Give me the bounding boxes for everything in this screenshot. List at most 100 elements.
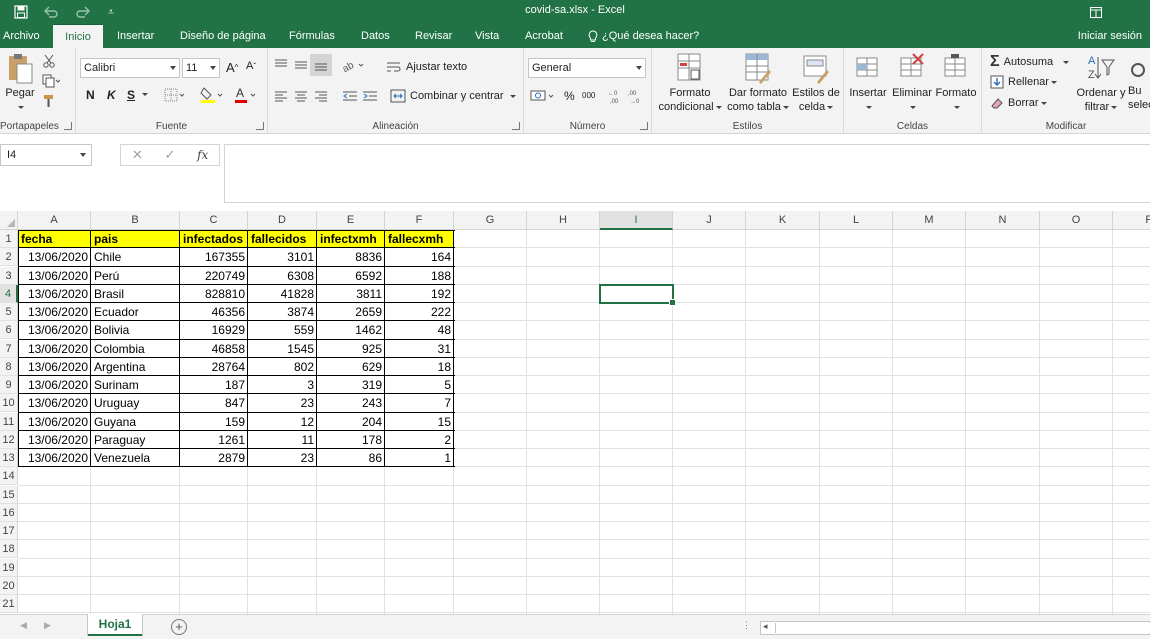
- cell-B2[interactable]: Chile: [91, 248, 180, 266]
- tab-vista[interactable]: Vista: [475, 24, 499, 48]
- cell-C5[interactable]: 46356: [180, 303, 248, 321]
- font-color-icon[interactable]: A: [234, 86, 258, 104]
- increase-decimal-icon[interactable]: ←0,00: [608, 88, 624, 104]
- cell-D2[interactable]: 3101: [248, 248, 317, 266]
- enter-icon[interactable]: ✓: [154, 147, 187, 163]
- paste-button[interactable]: Pegar: [3, 52, 37, 114]
- cell-C2[interactable]: 167355: [180, 248, 248, 266]
- row-header-4[interactable]: 4: [0, 284, 18, 303]
- grow-font-button[interactable]: A ^: [226, 60, 238, 75]
- column-header-P[interactable]: P: [1113, 211, 1150, 230]
- horizontal-scrollbar[interactable]: ◂: [760, 621, 1150, 635]
- number-launcher-icon[interactable]: [640, 122, 648, 130]
- delete-cells-button[interactable]: Eliminar: [890, 52, 934, 114]
- cell-F1[interactable]: fallecxmh: [385, 230, 454, 249]
- row-header-2[interactable]: 2: [0, 248, 18, 267]
- column-header-L[interactable]: L: [820, 211, 893, 230]
- row-header-18[interactable]: 18: [0, 540, 18, 559]
- tab-acrobat[interactable]: Acrobat: [525, 24, 563, 48]
- cell-F2[interactable]: 164: [385, 248, 454, 266]
- cell-A12[interactable]: 13/06/2020: [18, 431, 91, 449]
- cell-F4[interactable]: 192: [385, 285, 454, 303]
- row-header-13[interactable]: 13: [0, 449, 18, 468]
- cell-A5[interactable]: 13/06/2020: [18, 303, 91, 321]
- row-header-12[interactable]: 12: [0, 430, 18, 449]
- underline-button[interactable]: S: [127, 88, 135, 102]
- cell-D12[interactable]: 11: [248, 431, 317, 449]
- cell-B9[interactable]: Surinam: [91, 376, 180, 394]
- formula-input[interactable]: [224, 144, 1150, 203]
- cell-E7[interactable]: 925: [317, 340, 385, 358]
- cell-C1[interactable]: infectados: [180, 230, 248, 249]
- cell-D13[interactable]: 23: [248, 449, 317, 467]
- align-top-icon[interactable]: [274, 58, 288, 72]
- cell-F7[interactable]: 31: [385, 340, 454, 358]
- cell-D4[interactable]: 41828: [248, 285, 317, 303]
- column-header-N[interactable]: N: [966, 211, 1040, 230]
- cell-C9[interactable]: 187: [180, 376, 248, 394]
- wrap-text-button[interactable]: Ajustar texto: [386, 60, 467, 74]
- cell-A8[interactable]: 13/06/2020: [18, 358, 91, 376]
- decrease-decimal-icon[interactable]: ,00 →0: [628, 88, 644, 104]
- select-all-corner[interactable]: [0, 211, 18, 230]
- worksheet-grid[interactable]: A B C D E F G H I J K L M N O P 1 2 3 4 5 6 7 8 9 10 11 12 13 14 15 16 1…: [0, 211, 1150, 614]
- column-header-K[interactable]: K: [746, 211, 820, 230]
- format-as-table-button[interactable]: Dar formato como tabla: [725, 52, 791, 114]
- cell-C10[interactable]: 847: [180, 394, 248, 412]
- tab-split-handle-icon[interactable]: ⋮: [742, 620, 751, 631]
- cell-D7[interactable]: 1545: [248, 340, 317, 358]
- column-header-D[interactable]: D: [248, 211, 317, 230]
- name-box[interactable]: I4: [0, 144, 92, 166]
- sheet-tab-hoja1[interactable]: Hoja1: [88, 614, 142, 636]
- alignment-launcher-icon[interactable]: [512, 122, 520, 130]
- horizontal-scroll-thumb[interactable]: [775, 623, 1150, 633]
- cell-A3[interactable]: 13/06/2020: [18, 267, 91, 285]
- number-format-select[interactable]: General: [528, 58, 646, 78]
- column-header-H[interactable]: H: [527, 211, 600, 230]
- column-header-A[interactable]: A: [18, 211, 91, 230]
- find-select-button[interactable]: Bu selec: [1128, 52, 1150, 112]
- cell-styles-button[interactable]: Estilos de celda: [791, 52, 841, 114]
- column-header-C[interactable]: C: [180, 211, 248, 230]
- percent-button[interactable]: %: [564, 89, 575, 103]
- column-header-B[interactable]: B: [91, 211, 180, 230]
- column-header-J[interactable]: J: [673, 211, 746, 230]
- cell-F3[interactable]: 188: [385, 267, 454, 285]
- cell-A1[interactable]: fecha: [18, 230, 91, 249]
- align-right-icon[interactable]: [314, 90, 328, 102]
- cell-E2[interactable]: 8836: [317, 248, 385, 266]
- align-bottom-icon[interactable]: [310, 54, 332, 76]
- cell-B13[interactable]: Venezuela: [91, 449, 180, 467]
- row-header-9[interactable]: 9: [0, 376, 18, 395]
- tab-formulas[interactable]: Fórmulas: [289, 24, 335, 48]
- cancel-icon[interactable]: ✕: [121, 147, 154, 163]
- insert-function-icon[interactable]: fx: [186, 148, 219, 162]
- row-header-1[interactable]: 1: [0, 230, 18, 249]
- cell-F9[interactable]: 5: [385, 376, 454, 394]
- fill-color-icon[interactable]: [200, 86, 224, 104]
- sort-filter-button[interactable]: AZ Ordenar y filtrar: [1074, 52, 1128, 114]
- cell-B5[interactable]: Ecuador: [91, 303, 180, 321]
- clipboard-launcher-icon[interactable]: [64, 122, 72, 130]
- sheet-prev-icon[interactable]: ◀: [20, 620, 27, 631]
- cell-B7[interactable]: Colombia: [91, 340, 180, 358]
- column-header-E[interactable]: E: [317, 211, 385, 230]
- sheet-next-icon[interactable]: ▶: [44, 620, 51, 631]
- tell-me-box[interactable]: ¿Qué desea hacer?: [588, 24, 699, 48]
- row-header-15[interactable]: 15: [0, 485, 18, 504]
- cell-A7[interactable]: 13/06/2020: [18, 340, 91, 358]
- cell-C12[interactable]: 1261: [180, 431, 248, 449]
- row-header-8[interactable]: 8: [0, 357, 18, 376]
- cell-F13[interactable]: 1: [385, 449, 454, 467]
- orientation-icon[interactable]: ab: [342, 58, 366, 72]
- cell-C3[interactable]: 220749: [180, 267, 248, 285]
- cell-E13[interactable]: 86: [317, 449, 385, 467]
- copy-icon[interactable]: [42, 74, 60, 88]
- cell-B12[interactable]: Paraguay: [91, 431, 180, 449]
- cell-E4[interactable]: 3811: [317, 285, 385, 303]
- row-header-5[interactable]: 5: [0, 303, 18, 322]
- scroll-left-icon[interactable]: ◂: [763, 621, 768, 632]
- row-header-10[interactable]: 10: [0, 394, 18, 413]
- tab-datos[interactable]: Datos: [361, 24, 390, 48]
- cell-C8[interactable]: 28764: [180, 358, 248, 376]
